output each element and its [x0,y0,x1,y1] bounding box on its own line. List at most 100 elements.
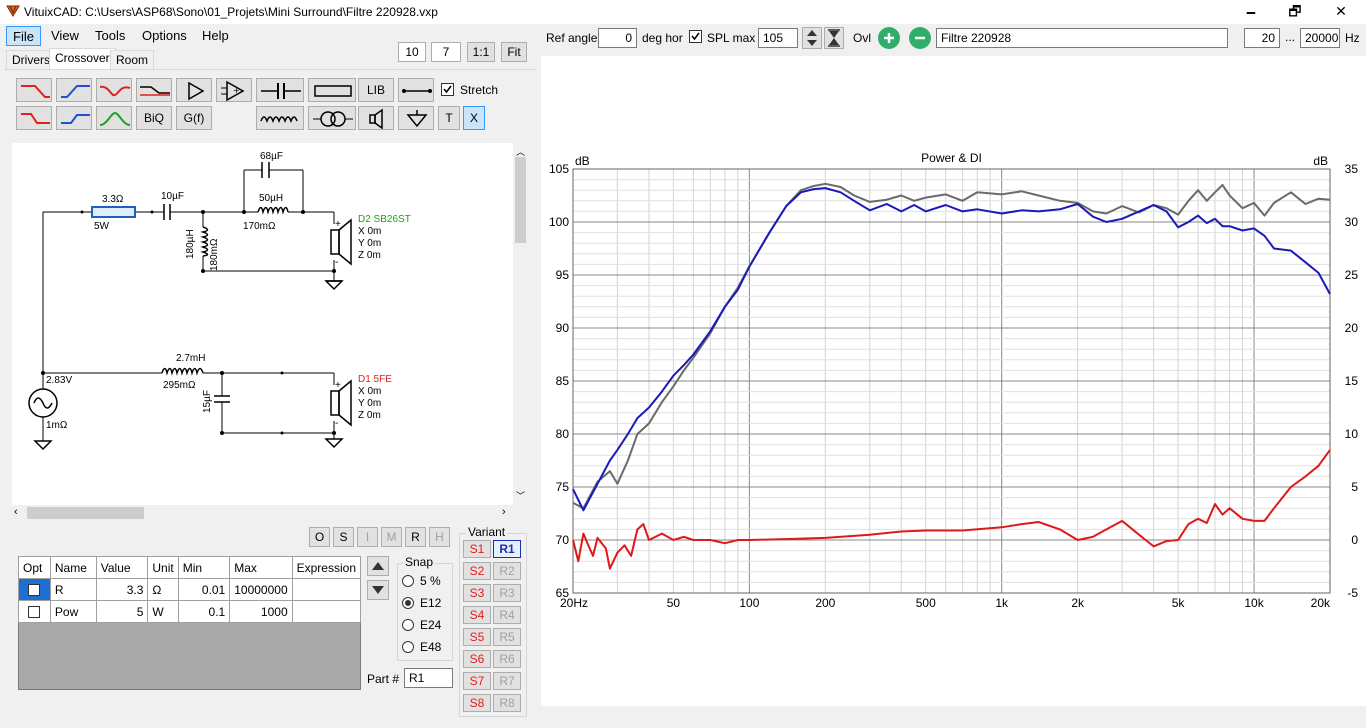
crossover-schematic[interactable]: 3.3Ω 5W 10µF 68µF 50µH 170mΩ 180µH 180mΩ… [12,143,513,505]
menu-tools[interactable]: Tools [89,26,131,46]
snap-e12-option[interactable]: E12 [402,596,441,610]
stretch-checkbox[interactable] [441,83,454,96]
schematic-vertical-scrollbar[interactable]: ︿ ﹀ [513,143,528,505]
lowpass-1-tool[interactable] [16,78,52,102]
expression-cell[interactable] [291,578,362,601]
power-di-chart-panel[interactable]: Power & DI dB dB 65 70 75 80 85 90 95 100 105 -5 0 5 10… [541,56,1366,706]
variant-s6-button[interactable]: S6 [463,650,491,668]
inductor-tool[interactable] [256,106,304,130]
grid-height-input[interactable]: 7 [431,42,461,62]
variant-s7-button[interactable]: S7 [463,672,491,690]
opt-checkbox[interactable] [28,583,41,596]
wire-tool[interactable] [398,78,434,102]
horizontal-scroll-thumb[interactable] [27,507,144,519]
menu-options[interactable]: Options [136,26,193,46]
power-di-chart[interactable]: Power & DIdB dB65707580859095100105-50510… [541,56,1366,706]
variant-r3-button[interactable]: R3 [493,584,521,602]
variant-s8-button[interactable]: S8 [463,694,491,712]
snap-e48-option[interactable]: E48 [402,640,441,654]
radio-icon[interactable] [402,641,414,653]
variant-r5-button[interactable]: R5 [493,628,521,646]
capacitor-c1[interactable] [163,204,178,220]
move-down-button[interactable] [367,580,389,600]
scroll-right-icon[interactable]: › [502,506,506,518]
spl-max-checkbox[interactable] [689,30,702,43]
restore-button[interactable]: 🗗 [1272,0,1318,24]
highpass-1-tool[interactable] [56,78,92,102]
part-r-button[interactable]: R [405,527,426,547]
resistor-tool[interactable] [308,78,356,102]
freq-min-input[interactable]: 20 [1244,28,1280,48]
part-h-button[interactable]: H [429,527,450,547]
driver-tool[interactable] [358,106,394,130]
library-button[interactable]: LIB [358,78,394,102]
resistor-r1[interactable] [91,206,136,218]
driver-d2-symbol[interactable] [330,218,352,266]
ground-tool[interactable] [398,106,434,130]
part-m-button[interactable]: M [381,527,402,547]
text-tool[interactable]: T [438,106,460,130]
part-s-button[interactable]: S [333,527,354,547]
scroll-down-icon[interactable]: ﹀ [516,489,525,502]
buffer-tool[interactable] [176,78,212,102]
capacitor-tool[interactable] [256,78,304,102]
gain-function-tool[interactable]: G(f) [176,106,212,130]
menu-view[interactable]: View [45,26,85,46]
part-number-input[interactable]: R1 [404,668,453,688]
inductor-l-shunt[interactable] [200,226,209,257]
variant-r1-button[interactable]: R1 [493,540,521,558]
remove-overlay-button[interactable] [909,27,931,49]
capacitor-c2[interactable] [214,395,230,408]
schematic-horizontal-scrollbar[interactable]: ‹ › [12,505,513,521]
move-up-button[interactable] [367,556,389,576]
cross-tool[interactable]: X [463,106,485,130]
variant-r4-button[interactable]: R4 [493,606,521,624]
value-cell[interactable]: 3.3 [95,578,149,601]
variant-s5-button[interactable]: S5 [463,628,491,646]
scroll-left-icon[interactable]: ‹ [14,506,18,518]
part-i-button[interactable]: I [357,527,378,547]
tab-crossover[interactable]: Crossover [49,48,116,69]
inductor-l2[interactable] [161,367,204,376]
min-cell[interactable]: 0.1 [177,600,231,623]
lowpass-2-tool[interactable] [16,106,52,130]
snap-5pct-option[interactable]: 5 % [402,574,441,588]
variant-r7-button[interactable]: R7 [493,672,521,690]
variant-s1-button[interactable]: S1 [463,540,491,558]
table-row[interactable]: R 3.3 Ω 0.01 10000000 [18,578,362,601]
overlay-filename-input[interactable]: Filtre 220928 [936,28,1228,48]
snap-e24-option[interactable]: E24 [402,618,441,632]
spl-spin-button[interactable] [802,27,822,49]
shelf-tool[interactable] [136,78,172,102]
zoom-fit-button[interactable]: Fit [501,42,527,62]
menu-file[interactable]: File [6,26,41,46]
part-o-button[interactable]: O [309,527,330,547]
bandstop-tool[interactable] [96,78,132,102]
variant-s3-button[interactable]: S3 [463,584,491,602]
value-cell[interactable]: 5 [95,600,149,623]
transformer-tool[interactable] [308,106,356,130]
driver-d1-symbol[interactable] [330,379,352,427]
close-button[interactable]: ✕ [1318,0,1364,24]
spl-max-input[interactable]: 105 [758,28,798,48]
highpass-2-tool[interactable] [56,106,92,130]
expression-cell[interactable] [291,600,362,623]
spl-autoscale-button[interactable] [824,27,844,49]
variant-s2-button[interactable]: S2 [463,562,491,580]
radio-icon[interactable] [402,575,414,587]
ref-angle-input[interactable]: 0 [598,28,637,48]
menu-help[interactable]: Help [196,26,235,46]
opt-checkbox[interactable] [28,605,41,618]
opamp-tool[interactable]: + [216,78,252,102]
schematic-canvas[interactable]: 3.3Ω 5W 10µF 68µF 50µH 170mΩ 180µH 180mΩ… [12,143,513,505]
bandpass-tool[interactable] [96,106,132,130]
variant-r8-button[interactable]: R8 [493,694,521,712]
minimize-button[interactable]: 🗕 [1228,0,1274,24]
variant-s4-button[interactable]: S4 [463,606,491,624]
radio-icon[interactable] [402,619,414,631]
capacitor-c-top[interactable] [261,162,270,178]
opt-cell[interactable] [18,600,51,623]
max-cell[interactable]: 1000 [229,600,293,623]
add-overlay-button[interactable] [878,27,900,49]
voltage-source[interactable] [28,388,58,418]
